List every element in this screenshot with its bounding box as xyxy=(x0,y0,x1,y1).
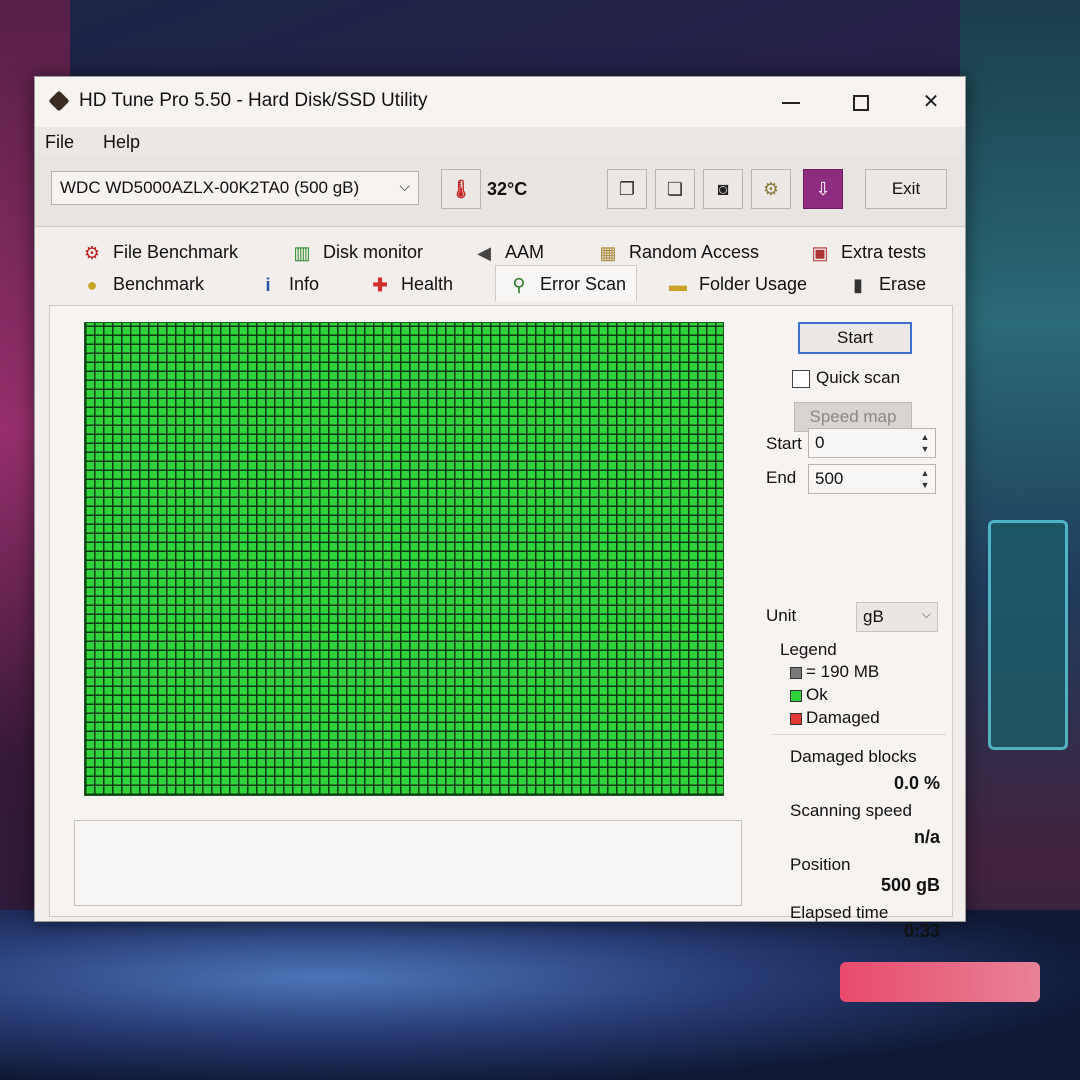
camera-icon: ◙ xyxy=(717,179,729,199)
copy-all-icon: ❏ xyxy=(666,179,684,199)
damaged-blocks-value: 0.0 % xyxy=(893,773,940,793)
elapsed-time-value: 0:33 xyxy=(903,921,940,941)
unit-label: Unit xyxy=(766,606,797,625)
minimize-icon xyxy=(782,101,800,104)
start-spinner[interactable]: 0 ▲ ▼ xyxy=(808,428,936,458)
end-spinner[interactable]: 500 ▲ ▼ xyxy=(808,464,936,494)
tab-file-benchmark[interactable]: ⚙ File Benchmark xyxy=(79,237,238,267)
tab-health[interactable]: ✚ Health xyxy=(367,269,453,299)
close-button[interactable]: ✕ xyxy=(911,87,951,117)
legend-ok: Ok xyxy=(790,685,828,705)
tab-error-scan[interactable]: ⚲ Error Scan xyxy=(495,265,638,301)
chevron-down-icon: ⌵ xyxy=(399,178,410,194)
disk-monitor-icon: ▥ xyxy=(293,243,311,264)
screenshot-button[interactable]: ◙ xyxy=(703,169,743,209)
tab-aam[interactable]: ◀ AAM xyxy=(471,237,544,267)
drive-select-value: WDC WD5000AZLX-00K2TA0 (500 gB) xyxy=(60,178,360,197)
title-bar[interactable]: HD Tune Pro 5.50 - Hard Disk/SSD Utility… xyxy=(35,77,965,127)
options-button[interactable]: ⚙ xyxy=(751,169,791,209)
quick-scan-checkbox[interactable]: Quick scan xyxy=(792,368,900,388)
menu-help[interactable]: Help xyxy=(103,132,140,153)
position-label: Position xyxy=(790,855,851,874)
elapsed-time-label: Elapsed time xyxy=(790,903,889,922)
legend-ok-swatch xyxy=(790,689,802,702)
unit-select[interactable]: gB ⌵ xyxy=(856,602,938,632)
lightbulb-icon: ● xyxy=(86,275,98,296)
speaker-icon: ◀ xyxy=(477,243,491,264)
folder-icon: ▬ xyxy=(669,275,687,296)
wallpaper-taillight xyxy=(840,962,1040,1002)
legend-block-size: = 190 MB xyxy=(790,662,879,682)
health-cross-icon: ✚ xyxy=(372,275,388,296)
start-field-label: Start xyxy=(766,434,802,453)
toolbar: WDC WD5000AZLX-00K2TA0 (500 gB) ⌵ 🌡 32°C… xyxy=(35,157,965,227)
end-field-label: End xyxy=(766,468,797,487)
exit-button[interactable]: Exit xyxy=(865,169,947,209)
maximize-button[interactable] xyxy=(841,87,881,117)
block-map xyxy=(84,322,724,796)
tab-extra-tests[interactable]: ▣ Extra tests xyxy=(807,237,926,267)
file-benchmark-icon: ⚙ xyxy=(83,243,101,264)
arrow-down-icon: ⇩ xyxy=(815,179,831,199)
scanning-speed-label: Scanning speed xyxy=(790,801,912,820)
tab-disk-monitor[interactable]: ▥ Disk monitor xyxy=(289,237,423,267)
position-value: 500 gB xyxy=(880,875,940,895)
minimize-button[interactable] xyxy=(771,87,811,117)
random-access-icon: ▦ xyxy=(599,243,617,264)
maximize-icon xyxy=(853,94,869,111)
gear-icon: ⚙ xyxy=(762,179,780,199)
tab-random-access[interactable]: ▦ Random Access xyxy=(595,237,759,267)
spinner-arrows-icon[interactable]: ▲ ▼ xyxy=(917,431,933,455)
legend-title: Legend xyxy=(780,640,837,659)
spinner-arrows-icon[interactable]: ▲ ▼ xyxy=(917,467,933,491)
extra-tests-icon: ▣ xyxy=(811,243,829,264)
log-area xyxy=(74,820,742,906)
close-icon: ✕ xyxy=(922,91,940,113)
magnifier-icon: ⚲ xyxy=(512,275,526,296)
checkbox-box xyxy=(792,369,810,388)
wallpaper-sign xyxy=(988,520,1068,750)
chevron-down-icon: ⌵ xyxy=(921,607,931,621)
app-icon xyxy=(48,90,70,112)
tab-folder-usage[interactable]: ▬ Folder Usage xyxy=(665,269,807,299)
drive-select[interactable]: WDC WD5000AZLX-00K2TA0 (500 gB) ⌵ xyxy=(51,171,419,205)
hdtune-window: HD Tune Pro 5.50 - Hard Disk/SSD Utility… xyxy=(34,76,966,941)
scanning-speed-value: n/a xyxy=(913,827,940,847)
tab-erase[interactable]: ▮ Erase xyxy=(845,269,926,299)
copy-info-icon: ❐ xyxy=(618,179,636,199)
tab-strip: ⚙ File Benchmark ▥ Disk monitor ◀ AAM ▦ Rand… xyxy=(49,235,953,305)
thermometer-icon: 🌡 xyxy=(441,169,481,209)
save-button[interactable]: ⇩ xyxy=(803,169,843,209)
start-button[interactable]: Start xyxy=(798,322,912,354)
start-spinner-value: 0 xyxy=(815,433,825,452)
error-scan-panel: Start Quick scan Speed map Start 0 ▲ ▼ En… xyxy=(49,305,953,941)
tab-benchmark[interactable]: ● Benchmark xyxy=(79,269,204,299)
temperature-readout: 32°C xyxy=(487,179,528,199)
tab-info[interactable]: i Info xyxy=(255,269,319,299)
info-icon: i xyxy=(265,275,271,296)
menu-file[interactable]: File xyxy=(45,132,74,153)
copy-info-button[interactable]: ❐ xyxy=(607,169,647,209)
menu-bar: File Help xyxy=(35,127,965,157)
damaged-blocks-label: Damaged blocks xyxy=(790,747,917,766)
legend-block-swatch xyxy=(790,666,802,679)
window-title: HD Tune Pro 5.50 - Hard Disk/SSD Utility xyxy=(79,90,428,111)
unit-select-value: gB xyxy=(863,607,884,626)
legend-damaged: Damaged xyxy=(790,708,880,728)
legend-damaged-swatch xyxy=(790,712,802,725)
trash-icon: ▮ xyxy=(853,275,863,296)
copy-all-button[interactable]: ❏ xyxy=(655,169,695,209)
end-spinner-value: 500 xyxy=(815,469,844,488)
stats-box: Damaged blocks 0.0 % Scanning speed n/a … xyxy=(772,734,946,941)
